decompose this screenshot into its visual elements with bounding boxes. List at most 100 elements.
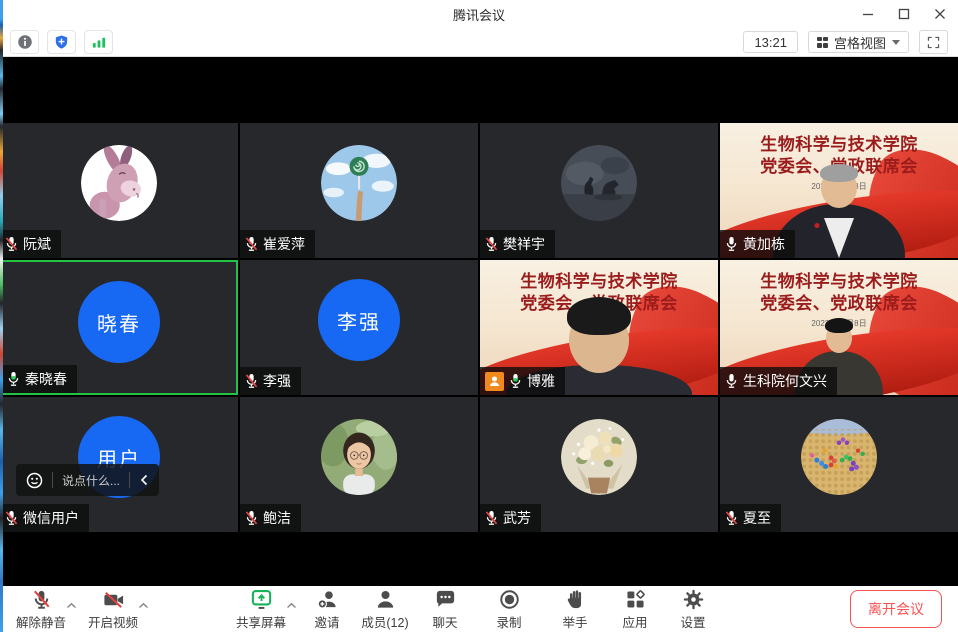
network-status-button[interactable]: [84, 30, 113, 54]
members-icon: [374, 588, 397, 611]
participant-tile[interactable]: 崔爱萍: [240, 123, 478, 258]
participant-name: 崔爱萍: [263, 234, 305, 254]
shield-icon: [54, 34, 69, 50]
toolbar-item-label: 解除静音: [16, 612, 66, 631]
toolbar-item-invite[interactable]: 邀请: [298, 586, 356, 632]
participant-name-tag: 鲍洁: [240, 504, 301, 532]
close-icon: [934, 8, 946, 20]
participant-name: 李强: [263, 371, 291, 391]
banner-date: 2022年12月8日: [720, 182, 958, 193]
avatar: [801, 419, 877, 495]
participant-name: 生科院何文兴: [743, 371, 827, 391]
toolbar-item-menu-arrow[interactable]: [286, 596, 297, 614]
participant-tile[interactable]: 生物科学与技术学院党委会、党政联席会博雅: [480, 260, 718, 395]
meeting-window: 腾讯会议 13:21 宫格视图: [0, 0, 958, 632]
mic-muted-icon: [245, 373, 258, 389]
close-button[interactable]: [922, 0, 958, 28]
emoji-button[interactable]: [26, 472, 43, 489]
participant-name-tag: 生科院何文兴: [720, 367, 837, 395]
participant-tile[interactable]: 生物科学与技术学院党委会、党政联席会2022年12月8日黄加栋: [720, 123, 958, 258]
chevron-up-icon: [138, 602, 149, 609]
mic-muted-icon: [245, 236, 258, 252]
toolbar-item-record[interactable]: 录制: [480, 586, 538, 632]
meeting-banner: 生物科学与技术学院党委会、党政联席会2022年12月8日: [720, 134, 958, 192]
minimize-button[interactable]: [850, 0, 886, 28]
toolbar-item-label: 成员(12): [361, 612, 408, 631]
avatar: 晓春: [78, 281, 160, 363]
meeting-banner: 生物科学与技术学院党委会、党政联席会: [480, 271, 718, 316]
toolbar-item-label: 聊天: [432, 612, 457, 631]
participant-tile[interactable]: 鲍洁: [240, 397, 478, 532]
participant-name-tag: 崔爱萍: [240, 230, 315, 258]
divider: [52, 472, 53, 488]
participant-tile[interactable]: 用户说点什么...微信用户: [0, 397, 238, 532]
participant-tile[interactable]: 李强李强: [240, 260, 478, 395]
banner-date: 2022年12月8日: [720, 319, 958, 330]
chevron-left-icon: [139, 474, 149, 486]
toolbar-item-apps[interactable]: 应用: [606, 586, 664, 632]
banner-line1: 生物科学与技术学院: [480, 271, 718, 293]
window-title: 腾讯会议: [0, 5, 958, 24]
screen-share-icon: [250, 588, 273, 611]
participant-name-tag: 武芳: [480, 504, 541, 532]
meeting-info-button[interactable]: [10, 30, 39, 54]
toolbar-item-raise-hand[interactable]: 举手: [546, 586, 604, 632]
toolbar-item-chat[interactable]: 聊天: [416, 586, 474, 632]
participant-name: 鲍洁: [263, 508, 291, 528]
toolbar-item-label: 应用: [622, 612, 647, 631]
toolbar-item-settings[interactable]: 设置: [664, 586, 722, 632]
toolbar-item-menu-arrow[interactable]: [138, 596, 149, 614]
participant-tile[interactable]: 夏至: [720, 397, 958, 532]
participant-tile[interactable]: 晓春秦晓春: [0, 260, 238, 395]
meeting-duration: 13:21: [743, 31, 798, 53]
mic-muted-icon: [245, 510, 258, 526]
participant-name: 阮斌: [23, 234, 51, 254]
fullscreen-button[interactable]: [919, 30, 948, 54]
mic-muted-icon: [5, 236, 18, 252]
title-bar: 腾讯会议: [0, 0, 958, 28]
background-window-edge: [0, 0, 3, 632]
participant-grid: 阮斌崔爱萍樊祥宇生物科学与技术学院党委会、党政联席会2022年12月8日黄加栋晓…: [0, 123, 958, 532]
participant-name: 微信用户: [23, 508, 79, 528]
participant-name: 黄加栋: [743, 234, 785, 254]
toolbar-item-label: 录制: [496, 612, 521, 631]
view-mode-dropdown[interactable]: 宫格视图: [808, 31, 909, 53]
participant-tile[interactable]: 生物科学与技术学院党委会、党政联席会2022年12月8日生科院何文兴: [720, 260, 958, 395]
participant-tile[interactable]: 樊祥宇: [480, 123, 718, 258]
topbar-right-group: 13:21 宫格视图: [743, 30, 948, 54]
mic-icon: [7, 371, 20, 387]
toolbar-item-menu-arrow[interactable]: [66, 596, 77, 614]
host-badge-icon: [485, 372, 504, 391]
avatar: [321, 419, 397, 495]
avatar: [81, 145, 157, 221]
meeting-bottom-toolbar: 解除静音 开启视频 共享屏幕邀请成员(12) 聊天 录制 举手应用 设置 离开会议: [0, 586, 958, 632]
settings-icon: [682, 588, 705, 611]
toolbar-item-members[interactable]: 成员(12): [356, 586, 414, 632]
mic-icon: [725, 236, 738, 252]
collapse-button[interactable]: [139, 474, 149, 486]
toolbar-item-label: 设置: [680, 612, 705, 631]
toolbar-item-share-screen[interactable]: 共享屏幕: [232, 586, 290, 632]
fullscreen-icon: [927, 36, 940, 49]
chevron-up-icon: [66, 602, 77, 609]
apps-icon: [624, 588, 647, 611]
leave-meeting-button[interactable]: 离开会议: [850, 590, 942, 628]
participant-tile[interactable]: 阮斌: [0, 123, 238, 258]
participant-name: 秦晓春: [25, 369, 67, 389]
participant-tile[interactable]: 武芳: [480, 397, 718, 532]
avatar: [561, 419, 637, 495]
participant-name-tag: 夏至: [720, 504, 781, 532]
maximize-icon: [898, 8, 910, 20]
avatar: 李强: [318, 279, 400, 361]
quick-chat-input[interactable]: 说点什么...: [62, 472, 120, 489]
camera-off-icon: [102, 588, 125, 611]
meeting-banner: 生物科学与技术学院党委会、党政联席会2022年12月8日: [720, 271, 958, 329]
toolbar-item-start-video[interactable]: 开启视频: [84, 586, 142, 632]
participant-name-tag: 樊祥宇: [480, 230, 555, 258]
participant-name: 博雅: [527, 371, 555, 391]
avatar: [321, 145, 397, 221]
toolbar-item-unmute[interactable]: 解除静音: [12, 586, 70, 632]
security-button[interactable]: [47, 30, 76, 54]
toolbar-item-label: 开启视频: [88, 612, 138, 631]
maximize-button[interactable]: [886, 0, 922, 28]
